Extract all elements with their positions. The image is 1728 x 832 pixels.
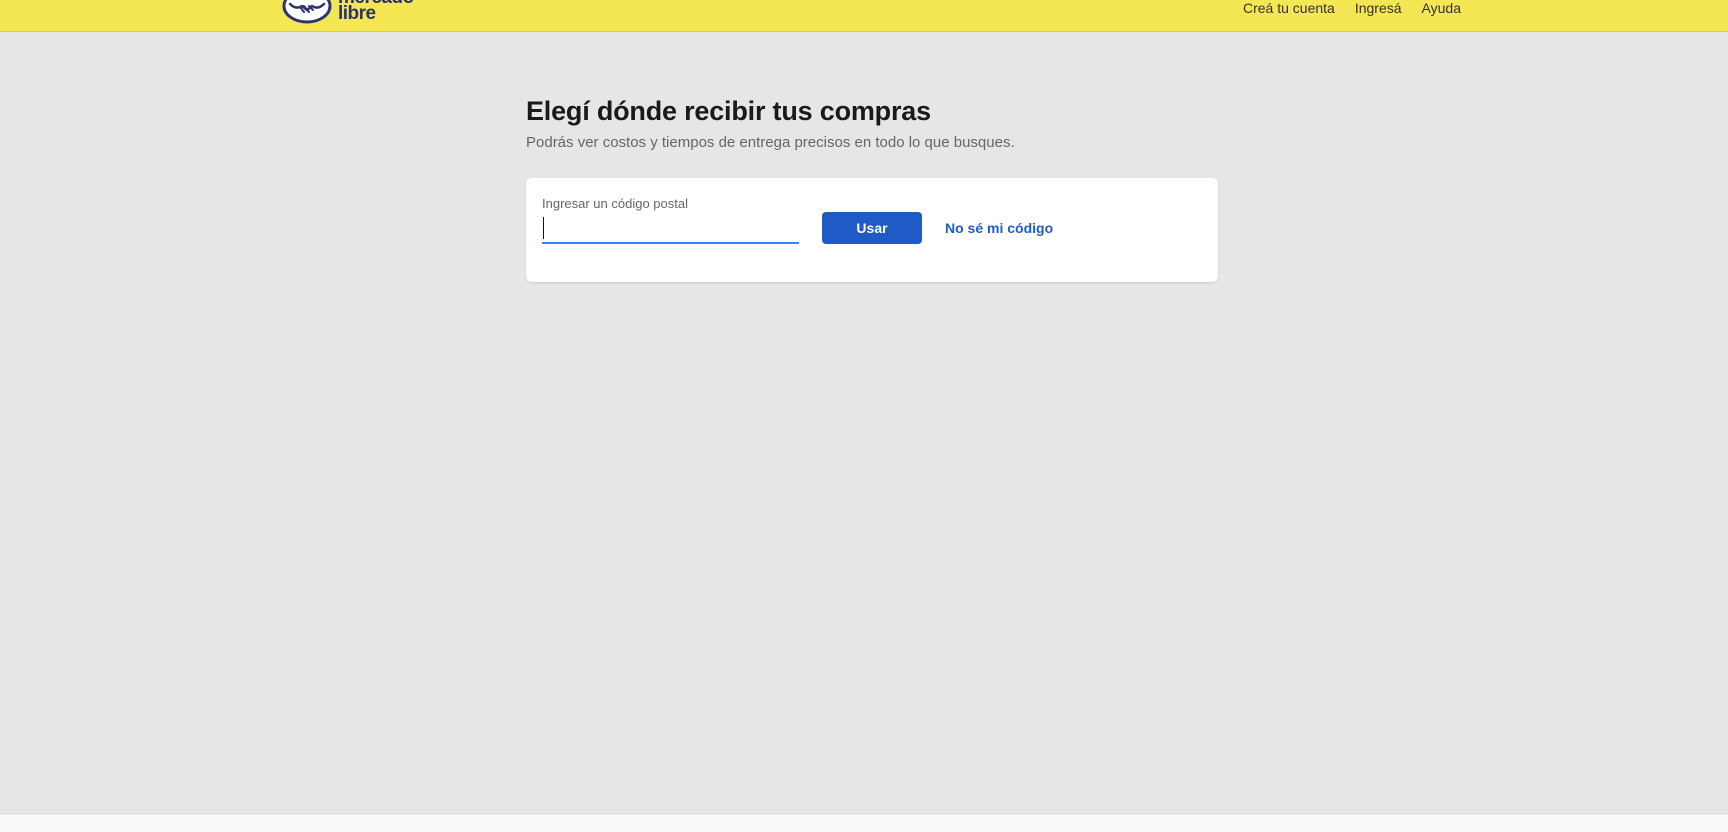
create-account-link[interactable]: Creá tu cuenta: [1243, 0, 1335, 16]
text-caret: [543, 217, 544, 239]
handshake-logo-icon: [282, 0, 332, 24]
page-title: Elegí dónde recibir tus compras: [526, 96, 931, 126]
postal-code-input[interactable]: [542, 216, 799, 244]
page-subtitle: Podrás ver costos y tiempos de entrega p…: [526, 134, 1015, 151]
login-link[interactable]: Ingresá: [1355, 0, 1402, 16]
help-link[interactable]: Ayuda: [1422, 0, 1461, 16]
postal-code-label: Ingresar un código postal: [542, 196, 688, 211]
footer-strip: [0, 815, 1728, 832]
dont-know-code-link[interactable]: No sé mi código: [945, 220, 1053, 236]
logo-text: mercado libre: [338, 0, 414, 24]
header-nav: Creá tu cuenta Ingresá Ayuda: [1243, 0, 1461, 16]
main-content: Elegí dónde recibir tus compras Podrás v…: [526, 95, 1218, 282]
use-button[interactable]: Usar: [822, 212, 922, 244]
top-header: mercado libre Creá tu cuenta Ingresá Ayu…: [0, 0, 1728, 32]
logo-text-line2: libre: [338, 3, 376, 24]
mercadolibre-logo[interactable]: mercado libre: [282, 0, 422, 26]
postal-code-field: Ingresar un código postal: [542, 196, 799, 244]
postal-code-card: Ingresar un código postal Usar No sé mi …: [526, 178, 1218, 282]
page: mercado libre Creá tu cuenta Ingresá Ayu…: [0, 0, 1728, 832]
